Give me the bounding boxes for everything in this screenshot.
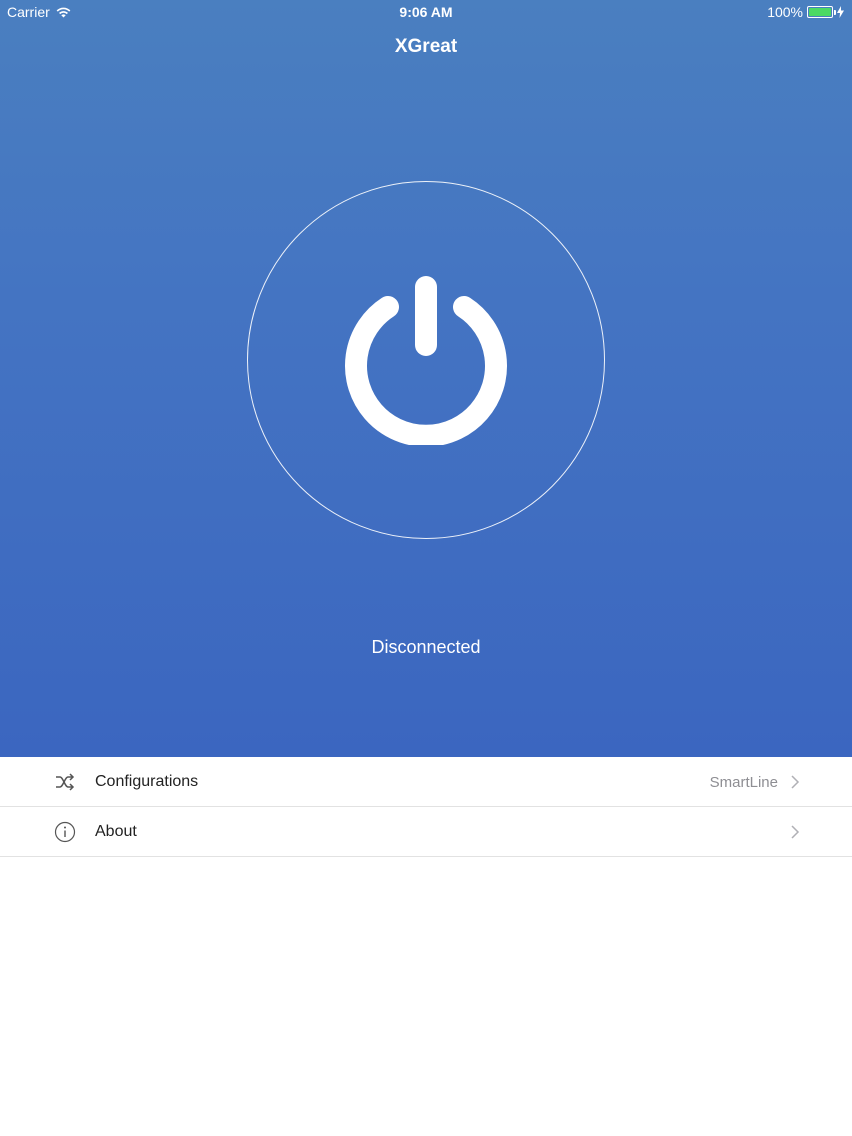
status-right: 100%	[767, 4, 844, 20]
charging-icon	[837, 6, 844, 18]
power-icon	[345, 276, 507, 445]
battery-percent: 100%	[767, 4, 803, 20]
configurations-row[interactable]: Configurations SmartLine	[0, 757, 852, 807]
power-button[interactable]	[247, 181, 605, 539]
status-bar: Carrier 9:06 AM 100%	[0, 0, 852, 24]
about-label: About	[95, 823, 137, 840]
battery-icon	[807, 6, 836, 18]
hero-panel: Carrier 9:06 AM 100% XGreat Disconnected	[0, 0, 852, 757]
shuffle-icon	[56, 773, 75, 791]
chevron-right-icon	[791, 825, 800, 839]
menu-list: Configurations SmartLine About	[0, 757, 852, 857]
page-title: XGreat	[394, 36, 458, 57]
about-row[interactable]: About	[0, 807, 852, 857]
configurations-label: Configurations	[95, 773, 199, 790]
info-icon	[54, 821, 76, 843]
chevron-right-icon	[791, 775, 800, 789]
connection-status: Disconnected	[371, 637, 481, 657]
configurations-value: SmartLine	[709, 774, 778, 791]
status-time: 9:06 AM	[399, 4, 453, 20]
